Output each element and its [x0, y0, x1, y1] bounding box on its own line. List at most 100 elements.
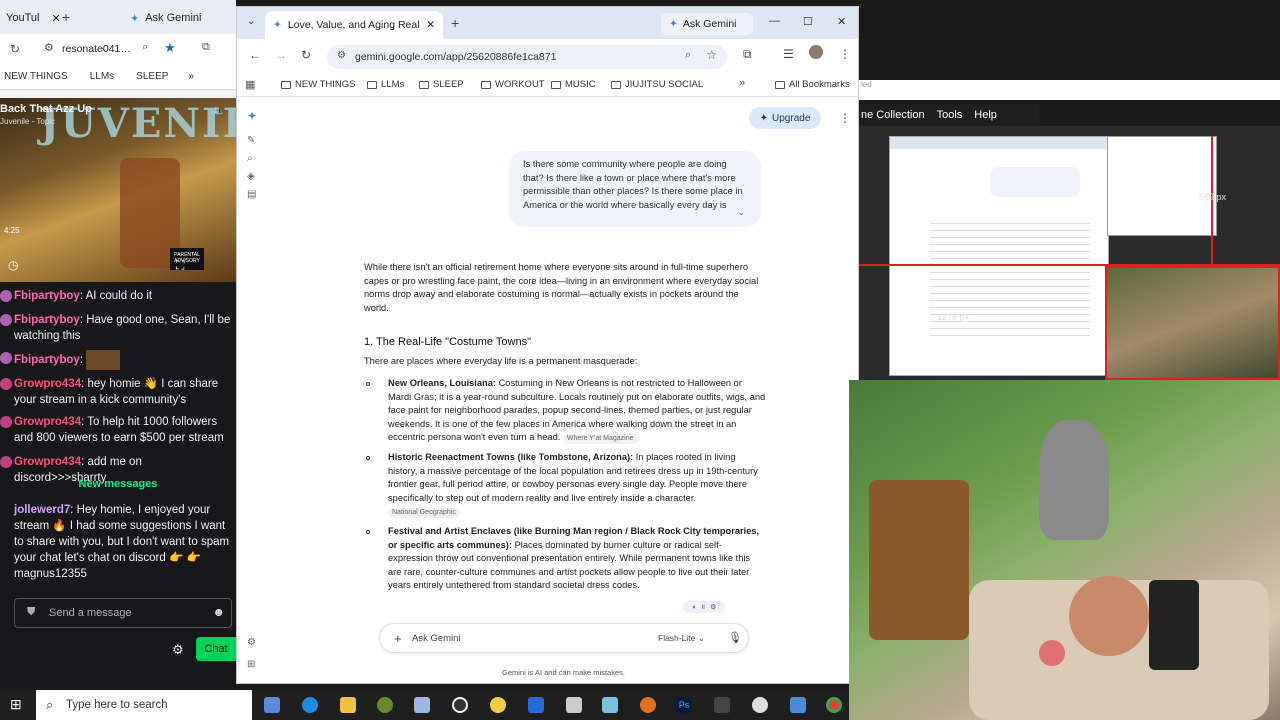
- chat-badge-icon[interactable]: ⛊: [27, 606, 35, 619]
- playlist-icon[interactable]: ◷: [8, 258, 18, 272]
- new-tab-icon[interactable]: +: [451, 15, 459, 31]
- app-icon-blue[interactable]: [414, 697, 430, 713]
- file-explorer-icon[interactable]: [340, 697, 356, 713]
- chat-send-button[interactable]: Chat: [196, 637, 236, 661]
- bookmark-star-icon[interactable]: ★: [164, 40, 176, 56]
- pause-icon[interactable]: ॥: [701, 603, 705, 612]
- new-tab-icon[interactable]: +: [62, 9, 70, 25]
- bookmark-folder[interactable]: WORKOUT: [481, 79, 545, 90]
- bookmark-folder[interactable]: SLEEP: [419, 79, 464, 90]
- menu-help[interactable]: Help: [974, 109, 997, 121]
- expand-chevron-icon[interactable]: ⌄: [737, 206, 745, 220]
- bulb-app-icon[interactable]: [490, 697, 506, 713]
- reload-icon[interactable]: ↻: [10, 42, 20, 56]
- chat-username[interactable]: Growpro434: [14, 416, 81, 428]
- bookmark-folder[interactable]: LLMs: [367, 79, 404, 90]
- site-info-icon[interactable]: ⚙: [44, 41, 54, 54]
- site-info-icon[interactable]: ⚙: [337, 50, 346, 61]
- add-attachment-icon[interactable]: +: [394, 631, 402, 646]
- tab-search-list-icon[interactable]: ☰: [783, 47, 794, 61]
- microphone-icon[interactable]: 🎙: [728, 631, 742, 644]
- microphone-stand: [1149, 580, 1199, 670]
- preview-webcam-source[interactable]: [1105, 266, 1280, 380]
- tab-ask-gemini[interactable]: ✦ Ask Gemini: [661, 13, 753, 35]
- bookmark-folder[interactable]: MUSIC: [551, 79, 596, 90]
- model-selector[interactable]: Flash-Lite ⌄: [658, 633, 705, 644]
- menu-kebab-icon[interactable]: ⋮: [839, 47, 851, 61]
- address-bar[interactable]: ⚙ gemini.google.com/app/25620886fe1ca871…: [327, 45, 727, 69]
- gems-icon[interactable]: ◈: [247, 171, 255, 182]
- menu-kebab-icon[interactable]: ⋮: [839, 111, 851, 125]
- chat-username[interactable]: Growpro434: [14, 456, 81, 468]
- emoji-icon[interactable]: ☻: [212, 605, 225, 619]
- new-messages-divider[interactable]: New messages: [0, 478, 236, 494]
- extensions-icon[interactable]: ⧉: [202, 41, 210, 54]
- back-icon[interactable]: ←: [249, 48, 261, 62]
- photoshop-icon[interactable]: Ps: [676, 697, 692, 713]
- bookmarks-overflow-icon[interactable]: »: [188, 71, 194, 82]
- minimize-icon[interactable]: —: [769, 15, 780, 27]
- ask-gemini-input[interactable]: + Ask Gemini Flash-Lite ⌄ 🎙: [379, 623, 749, 653]
- app-icon-dark[interactable]: [714, 697, 730, 713]
- apps-grid-icon[interactable]: ▦: [245, 78, 255, 91]
- bookmark-folder[interactable]: NEW THINGS: [281, 79, 356, 90]
- zoom-icon[interactable]: ⌕: [685, 49, 691, 62]
- tab-search-icon[interactable]: ⌄: [247, 16, 255, 27]
- chat-username[interactable]: Fbipartyboy: [14, 290, 80, 302]
- audio-controls[interactable]: ◖ ॥ ⚙: [683, 601, 725, 613]
- obs-icon[interactable]: [452, 697, 468, 713]
- close-window-icon[interactable]: ✕: [837, 15, 846, 28]
- task-view-icon[interactable]: [264, 697, 280, 713]
- upgrade-button[interactable]: ✦ Upgrade: [749, 107, 821, 129]
- docs-icon[interactable]: [528, 697, 544, 713]
- extensions-icon[interactable]: ⧉: [743, 47, 752, 62]
- all-bookmarks[interactable]: All Bookmarks: [775, 79, 850, 90]
- settings-icon[interactable]: ⚙: [710, 603, 716, 611]
- settings-app-icon[interactable]: [602, 697, 618, 713]
- settings-gear-icon[interactable]: ⚙: [172, 642, 184, 658]
- bookmark-new-things[interactable]: NEW THINGS: [4, 71, 68, 82]
- bullet-marker: [366, 530, 370, 534]
- bookmarks-overflow-icon[interactable]: »: [739, 77, 745, 89]
- zoom-icon[interactable]: ⌕: [142, 41, 148, 54]
- taskbar-search[interactable]: ⌕ Type here to search: [36, 690, 252, 720]
- maximize-icon[interactable]: ☐: [803, 15, 813, 28]
- tab-active[interactable]: ✦ Love, Value, and Aging Realities ✕: [265, 11, 443, 39]
- chat-input[interactable]: ⛊ Send a message ☻: [14, 598, 232, 628]
- bookmark-sleep[interactable]: SLEEP: [124, 71, 168, 82]
- menu-tools[interactable]: Tools: [937, 109, 963, 121]
- forward-icon[interactable]: →: [275, 48, 287, 62]
- chrome-icon[interactable]: [826, 697, 842, 713]
- settings-gear-icon[interactable]: ⚙: [247, 637, 256, 648]
- edge-icon[interactable]: [302, 697, 318, 713]
- app-icon-green[interactable]: [377, 697, 393, 713]
- bookmark-folder[interactable]: JIUJITSU SOCIAL: [611, 79, 703, 90]
- bookmark-star-icon[interactable]: ☆: [706, 48, 717, 62]
- menu-collection[interactable]: ne Collection: [861, 109, 925, 121]
- close-icon[interactable]: ✕: [51, 12, 60, 25]
- close-tab-icon[interactable]: ✕: [426, 19, 435, 31]
- chat-username[interactable]: Growpro434: [14, 378, 81, 390]
- source-chip[interactable]: National Geographic: [388, 508, 460, 518]
- firefox-icon[interactable]: [640, 697, 656, 713]
- left-tab-ask-gemini[interactable]: ✦ Ask Gemini: [124, 6, 234, 30]
- fullscreen-icon[interactable]: ⛶: [176, 258, 184, 273]
- chat-username[interactable]: jollewerd7: [14, 504, 70, 516]
- profile-avatar[interactable]: [809, 45, 823, 59]
- new-chat-icon[interactable]: ✎: [247, 135, 255, 146]
- search-icon[interactable]: ⌕: [247, 153, 253, 164]
- windows-start-icon[interactable]: ⊞: [10, 696, 22, 713]
- source-chip[interactable]: Where Y'at Magazine: [562, 434, 638, 444]
- window-app-icon[interactable]: [790, 697, 806, 713]
- chat-username[interactable]: Fbipartyboy: [14, 314, 80, 326]
- speaker-icon[interactable]: ◖: [692, 604, 696, 611]
- gemini-logo-icon[interactable]: ✦: [247, 109, 257, 123]
- app-icon-gray[interactable]: [566, 697, 582, 713]
- library-icon[interactable]: ▤: [247, 189, 256, 200]
- bookmark-llms[interactable]: LLMs: [78, 71, 114, 82]
- left-address-bar[interactable]: resonate041…: [62, 43, 131, 55]
- left-tab-youtube[interactable]: YouTul ✕: [0, 6, 61, 30]
- reload-icon[interactable]: ↻: [301, 48, 311, 62]
- chat-username[interactable]: Fbipartyboy: [14, 354, 80, 366]
- app-icon-light[interactable]: [752, 697, 768, 713]
